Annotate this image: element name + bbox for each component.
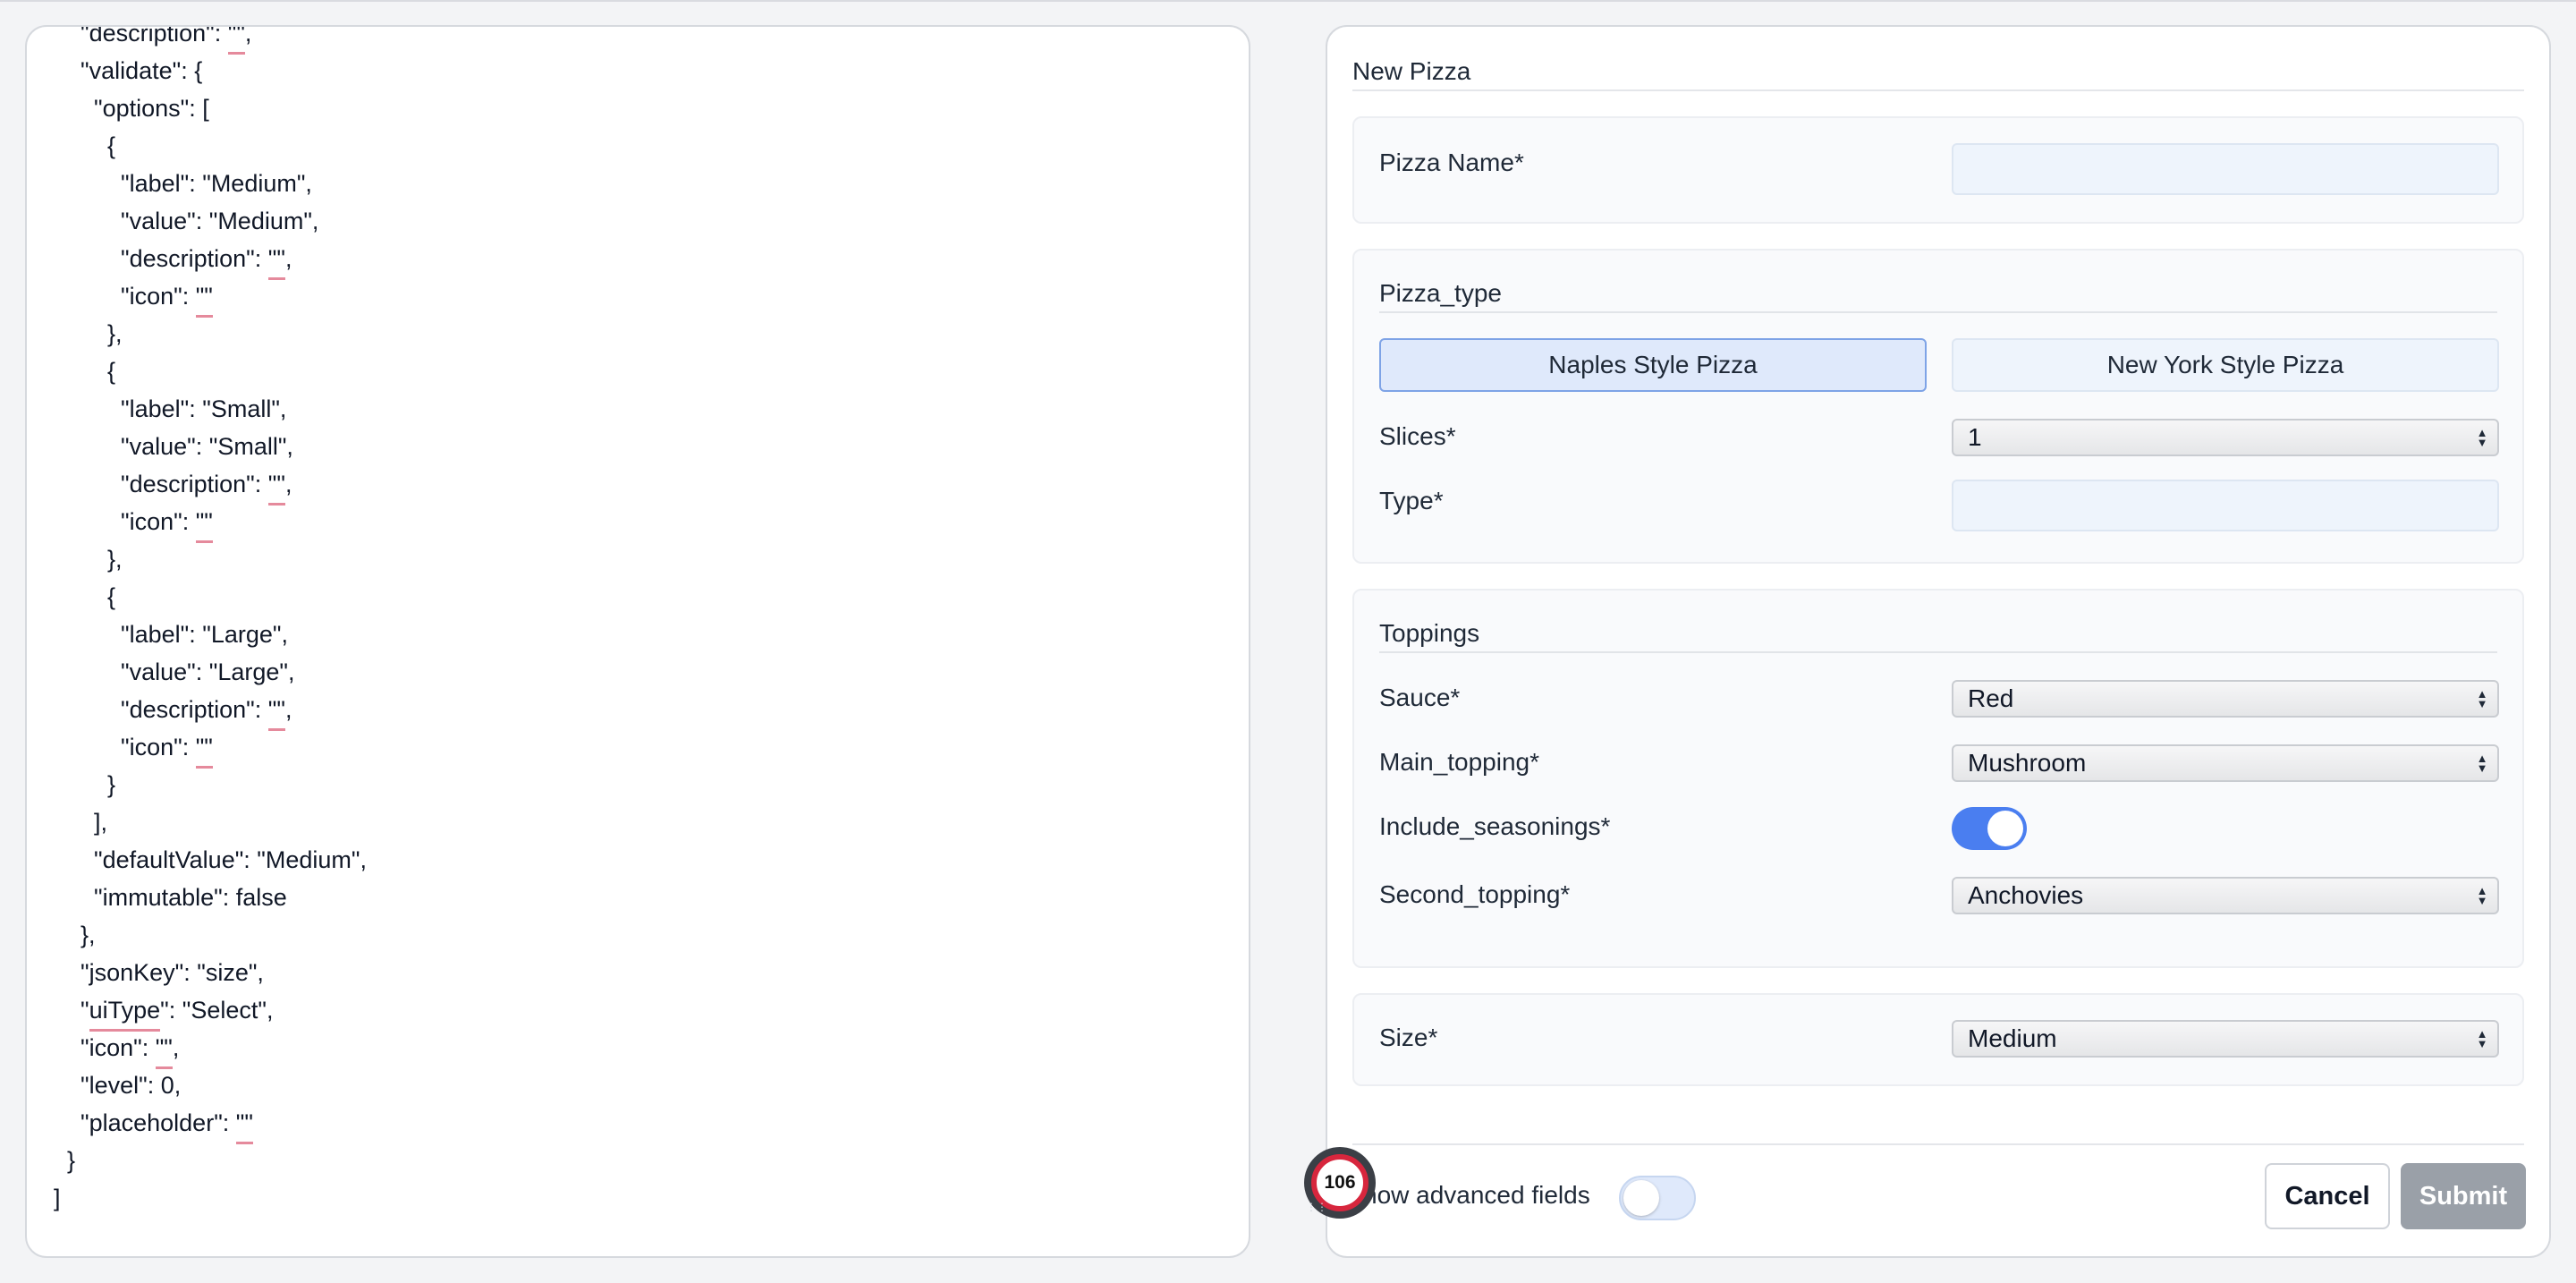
advanced-fields-toggle[interactable]	[1619, 1176, 1696, 1220]
code-line: "options": [	[54, 95, 209, 122]
form-title: New Pizza	[1352, 57, 1471, 85]
code-line: "jsonKey": "size",	[54, 959, 264, 986]
code-line: "description": "",	[54, 691, 1231, 731]
naples-style-option[interactable]: Naples Style Pizza	[1379, 338, 1927, 392]
code-line: "description": "",	[54, 240, 1231, 280]
code-line: }	[54, 771, 116, 798]
code-line: },	[54, 320, 123, 347]
type-label: Type*	[1379, 487, 1444, 514]
sauce-label: Sauce*	[1379, 684, 1461, 711]
code-line: },	[54, 546, 123, 573]
code-line: "icon": ""	[54, 503, 1231, 543]
select-arrows-icon: ▲ ▼	[2476, 752, 2488, 775]
pizza-name-card: Pizza Name*	[1352, 116, 2524, 224]
title-divider	[1352, 89, 2524, 91]
select-arrows-icon: ▲ ▼	[2476, 426, 2488, 449]
code-line: "level": 0,	[54, 1072, 182, 1099]
code-line: }	[54, 1147, 76, 1174]
code-line: "defaultValue": "Medium",	[54, 846, 367, 873]
pizza-type-title: Pizza_type	[1379, 279, 1502, 307]
include-seasonings-label: Include_seasonings*	[1379, 812, 1611, 840]
code-line: "validate": {	[54, 57, 203, 84]
select-arrows-icon: ▲ ▼	[2476, 1027, 2488, 1050]
code-line: "description": "",	[54, 27, 1231, 55]
code-line: "label": "Large",	[54, 621, 288, 648]
toggle-knob	[1623, 1180, 1659, 1216]
code-line: {	[54, 358, 116, 385]
slices-label: Slices*	[1379, 422, 1456, 450]
new-york-style-option[interactable]: New York Style Pizza	[1952, 338, 2499, 392]
pizza-type-card: Pizza_type Naples Style Pizza New York S…	[1352, 249, 2524, 564]
select-arrows-icon: ▲ ▼	[2476, 884, 2488, 907]
code-line: "icon": ""	[54, 728, 1231, 769]
code-line: "placeholder": ""	[54, 1104, 1231, 1144]
code-line: "value": "Medium",	[54, 208, 319, 234]
second-topping-label: Second_topping*	[1379, 880, 1571, 908]
toppings-title: Toppings	[1379, 619, 1480, 647]
drag-handle-icon[interactable]: ⋮⋮	[1306, 1201, 1327, 1213]
pizza-name-input[interactable]	[1952, 143, 2499, 195]
speed-badge[interactable]: 106 ⋮⋮	[1304, 1147, 1376, 1219]
code-line: "label": "Medium",	[54, 170, 312, 197]
code-line: ],	[54, 809, 108, 836]
toppings-card: Toppings Sauce* Red ▲ ▼ Main_topping* Mus…	[1352, 589, 2524, 968]
slices-select[interactable]: 1 ▲ ▼	[1952, 419, 2499, 456]
code-line: "value": "Small",	[54, 433, 293, 460]
submit-button[interactable]: Submit	[2401, 1163, 2526, 1229]
window-top-border	[0, 0, 2576, 2]
code-line: "icon": "",	[54, 1029, 1231, 1069]
code-line: {	[54, 583, 116, 610]
advanced-fields-label: how advanced fields	[1363, 1181, 1590, 1209]
json-editor[interactable]: "description": "", "validate": { "option…	[25, 25, 1250, 1258]
size-select[interactable]: Medium ▲ ▼	[1952, 1020, 2499, 1058]
select-arrows-icon: ▲ ▼	[2476, 687, 2488, 710]
code-line: ]	[54, 1185, 61, 1211]
type-input[interactable]	[1952, 480, 2499, 531]
pizza-form: New Pizza Pizza Name* Pizza_type Naples …	[1326, 25, 2551, 1258]
code-line: "value": "Large",	[54, 658, 295, 685]
size-label: Size*	[1379, 1024, 1438, 1051]
code-line: "immutable": false	[54, 884, 287, 911]
sauce-value: Red	[1968, 684, 2014, 712]
footer-divider	[1352, 1143, 2524, 1145]
code-line: "uiType": "Select",	[54, 991, 1231, 1032]
slices-value: 1	[1968, 423, 1982, 451]
code-line: {	[54, 132, 116, 159]
toppings-divider	[1379, 651, 2497, 653]
pizza-type-divider	[1379, 311, 2497, 313]
code-line: },	[54, 922, 96, 948]
pizza-name-label: Pizza Name*	[1379, 149, 1524, 176]
size-value: Medium	[1968, 1024, 2057, 1052]
main-topping-label: Main_topping*	[1379, 748, 1540, 776]
sauce-select[interactable]: Red ▲ ▼	[1952, 680, 2499, 718]
json-code[interactable]: "description": "", "validate": { "option…	[54, 27, 1231, 1217]
size-card: Size* Medium ▲ ▼	[1352, 993, 2524, 1086]
second-topping-value: Anchovies	[1968, 881, 2084, 909]
toggle-knob	[1987, 811, 2023, 846]
second-topping-select[interactable]: Anchovies ▲ ▼	[1952, 877, 2499, 914]
code-line: "icon": ""	[54, 277, 1231, 318]
main-topping-value: Mushroom	[1968, 749, 2087, 777]
code-line: "label": "Small",	[54, 395, 287, 422]
code-line: "description": "",	[54, 465, 1231, 506]
include-seasonings-toggle[interactable]	[1952, 807, 2027, 850]
cancel-button[interactable]: Cancel	[2265, 1163, 2390, 1229]
main-topping-select[interactable]: Mushroom ▲ ▼	[1952, 744, 2499, 782]
